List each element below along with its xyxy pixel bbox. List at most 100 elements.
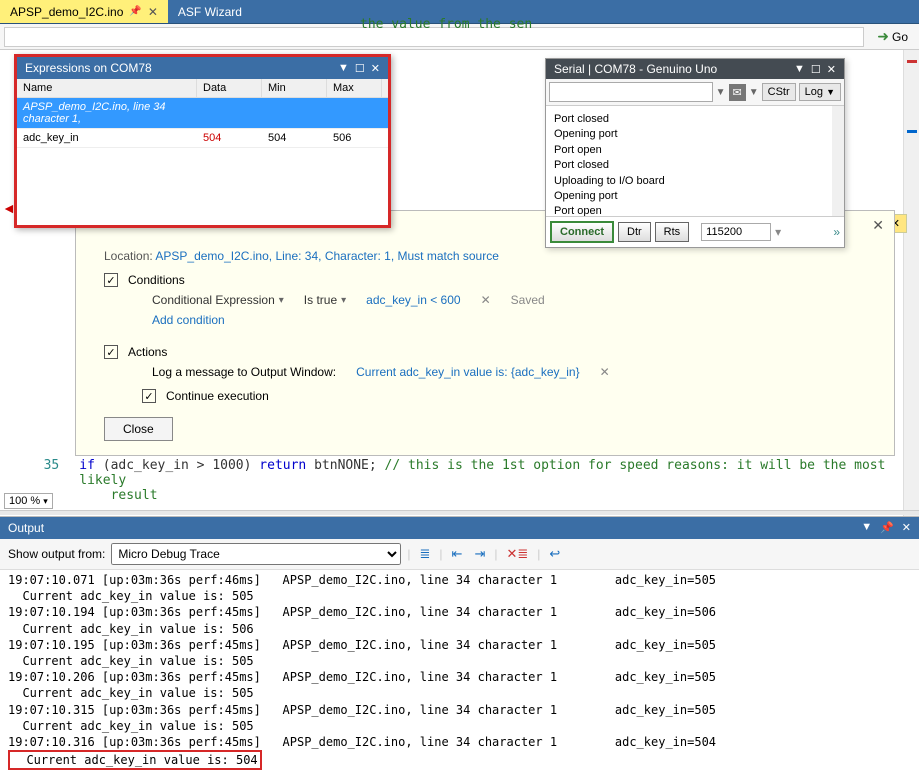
dropdown-icon[interactable]: ▼ (861, 521, 872, 535)
log-message-label: Log a message to Output Window: (152, 365, 336, 379)
toolbar-btn[interactable]: ≣ (417, 546, 434, 562)
output-panel: Output ▼ 📌 ✕ Show output from: Micro Deb… (0, 516, 919, 776)
actions-checkbox[interactable] (104, 345, 118, 359)
chevron-down-icon: ▾ (43, 496, 48, 506)
dropdown-icon[interactable]: ▼ (338, 62, 349, 75)
cstr-button[interactable]: CStr (762, 83, 796, 101)
tab-active[interactable]: APSP_demo_I2C.ino 📌 ✕ (0, 0, 168, 23)
close-icon[interactable]: ✕ (371, 62, 380, 75)
serial-line: Port open (554, 204, 824, 216)
location-label: Location: (104, 249, 153, 263)
serial-line: Uploading to I/O board (554, 174, 824, 189)
cell-data (197, 98, 262, 128)
output-line: Current adc_key_in value is: 505 (8, 654, 254, 668)
output-titlebar[interactable]: Output ▼ 📌 ✕ (0, 517, 919, 539)
cell-max: 506 (327, 129, 382, 147)
pin-icon[interactable]: 📌 (129, 6, 141, 17)
wrap-icon[interactable]: ↩ (546, 546, 563, 562)
log-button[interactable]: Log ▼ (799, 83, 841, 101)
maximize-icon[interactable]: ☐ (811, 63, 821, 76)
code-text: btnNONE; (306, 458, 384, 473)
remove-condition-icon[interactable]: ✕ (481, 293, 491, 307)
keyword: return (259, 458, 306, 473)
zoom-combo[interactable]: 100 % ▾ (4, 493, 53, 509)
conditions-label: Conditions (128, 273, 185, 287)
tab-label: ASF Wizard (178, 5, 242, 19)
tab-inactive[interactable]: ASF Wizard (168, 0, 252, 23)
actions-label: Actions (128, 345, 167, 359)
go-label: Go (892, 30, 908, 44)
keyword: if (79, 458, 95, 473)
header-name[interactable]: Name (17, 79, 197, 97)
serial-titlebar[interactable]: Serial | COM78 - Genuino Uno ▼ ☐ ✕ (546, 59, 844, 79)
continue-label: Continue execution (166, 389, 269, 403)
output-text[interactable]: 19:07:10.071 [up:03m:36s perf:46ms] APSP… (0, 570, 919, 772)
show-from-label: Show output from: (8, 547, 105, 561)
serial-combo[interactable] (549, 82, 713, 102)
continue-checkbox[interactable] (142, 389, 156, 403)
indent-left-icon[interactable]: ⇤ (449, 546, 466, 562)
chevron-down-icon[interactable]: ▼ (716, 87, 726, 98)
condition-check-dropdown[interactable]: Is true ▾ (304, 293, 346, 307)
code-fragment: the value from the sen (360, 17, 532, 32)
add-condition-link[interactable]: Add condition (152, 313, 225, 327)
dropdown-icon[interactable]: ▼ (794, 63, 805, 76)
dropdown-label: Conditional Expression (152, 293, 275, 307)
dtr-button[interactable]: Dtr (618, 222, 651, 242)
zoom-value: 100 % (9, 495, 40, 507)
clear-icon[interactable]: ✕≣ (503, 546, 531, 562)
expressions-titlebar[interactable]: Expressions on COM78 ▼ ☐ ✕ (17, 57, 388, 79)
output-line-highlighted: Current adc_key_in value is: 504 (8, 750, 262, 770)
output-source-select[interactable]: Micro Debug Trace (111, 543, 401, 565)
serial-line: Port closed (554, 112, 824, 127)
log-message-value[interactable]: Current adc_key_in value is: {adc_key_in… (356, 365, 579, 379)
output-line: Current adc_key_in value is: 505 (8, 719, 254, 733)
mail-icon[interactable]: ✉ (729, 84, 746, 101)
location-link[interactable]: APSP_demo_I2C.ino, Line: 34, Character: … (155, 249, 499, 263)
scrollbar-vertical[interactable] (903, 50, 919, 516)
cell-min (262, 98, 327, 128)
condition-type-dropdown[interactable]: Conditional Expression ▾ (152, 293, 284, 307)
table-row[interactable]: APSP_demo_I2C.ino, line 34 character 1, (17, 98, 388, 129)
close-button[interactable]: Close (104, 417, 173, 441)
go-button[interactable]: ➜ Go (870, 25, 915, 48)
header-max[interactable]: Max (327, 79, 382, 97)
rts-button[interactable]: Rts (655, 222, 690, 242)
chevron-right-icon[interactable]: » (833, 225, 840, 239)
serial-bottom-bar: Connect Dtr Rts ▾ » (546, 216, 844, 247)
header-min[interactable]: Min (262, 79, 327, 97)
output-line: Current adc_key_in value is: 505 (8, 686, 254, 700)
output-line: 19:07:10.194 [up:03m:36s perf:45ms] APSP… (8, 605, 716, 619)
conditions-checkbox[interactable] (104, 273, 118, 287)
chevron-down-icon[interactable]: ▾ (775, 225, 781, 239)
chevron-down-icon[interactable]: ▼ (749, 87, 759, 98)
baud-input[interactable] (701, 223, 771, 241)
cell-min: 504 (262, 129, 327, 147)
connect-button[interactable]: Connect (550, 221, 614, 243)
serial-line: Port open (554, 143, 824, 158)
output-line: 19:07:10.195 [up:03m:36s perf:45ms] APSP… (8, 638, 716, 652)
table-row[interactable]: adc_key_in 504 504 506 (17, 129, 388, 148)
indent-right-icon[interactable]: ⇥ (471, 546, 488, 562)
maximize-icon[interactable]: ☐ (355, 62, 365, 75)
serial-panel: Serial | COM78 - Genuino Uno ▼ ☐ ✕ ▼ ✉ ▼… (545, 58, 845, 248)
code-line: 35 if (adc_key_in > 1000) return btnNONE… (30, 458, 919, 503)
panel-title: Expressions on COM78 (25, 61, 152, 75)
serial-line: Port closed (554, 158, 824, 173)
pin-icon[interactable]: 📌 (880, 521, 894, 535)
expressions-headers: Name Data Min Max (17, 79, 388, 98)
close-icon[interactable]: ✕ (148, 5, 158, 19)
serial-line: Opening port (554, 189, 824, 204)
close-icon[interactable]: ✕ (827, 63, 836, 76)
cell-max (327, 98, 382, 128)
comment: result (111, 488, 158, 503)
close-icon[interactable]: ✕ (902, 521, 911, 535)
panel-title: Output (8, 521, 44, 535)
splitter[interactable] (0, 510, 919, 515)
close-icon[interactable]: ✕ (872, 217, 884, 234)
chevron-down-icon: ▾ (341, 295, 346, 306)
header-data[interactable]: Data (197, 79, 262, 97)
condition-expression[interactable]: adc_key_in < 600 (366, 293, 460, 307)
remove-action-icon[interactable]: ✕ (600, 365, 610, 379)
cell-name: adc_key_in (17, 129, 197, 147)
